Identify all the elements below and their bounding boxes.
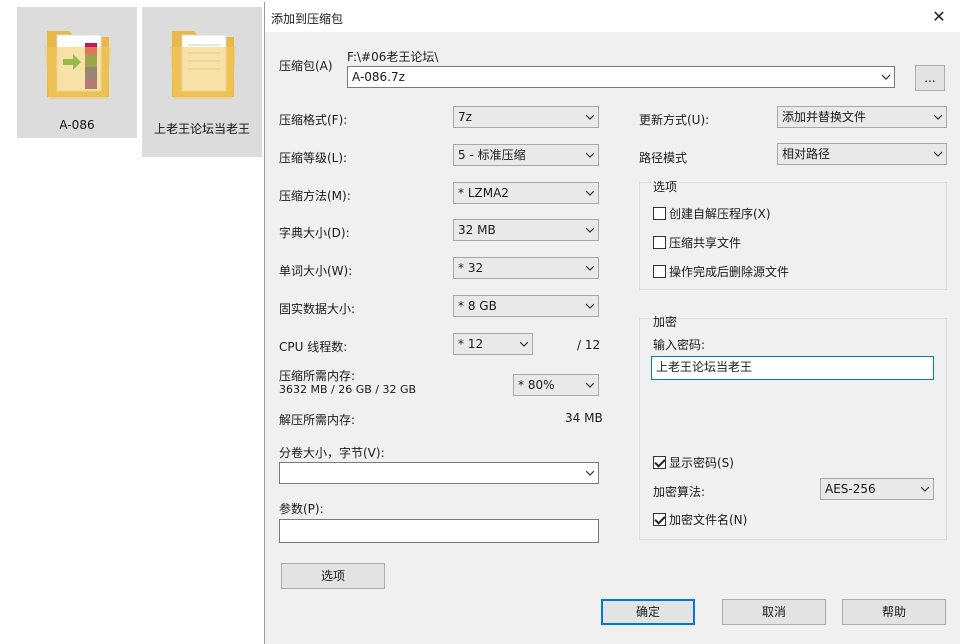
desktop-icon-label: A-086 [59, 118, 95, 132]
method-value: * LZMA2 [458, 186, 509, 200]
threads-value: * 12 [458, 337, 484, 351]
delete-label: 操作完成后删除源文件 [669, 265, 790, 279]
archive-label: 压缩包(A) [279, 59, 333, 73]
level-label: 压缩等级(L): [279, 151, 348, 165]
chevron-down-icon [586, 114, 594, 120]
delete-checkbox[interactable] [653, 265, 666, 278]
format-select[interactable]: 7z [453, 106, 599, 128]
chevron-down-icon [586, 382, 594, 388]
mem-decompress-label: 解压所需内存: [279, 413, 356, 427]
shared-checkbox[interactable] [653, 236, 666, 249]
split-label: 分卷大小，字节(V): [279, 446, 385, 460]
cancel-button[interactable]: 取消 [722, 599, 826, 625]
chevron-down-icon [934, 114, 942, 120]
params-label: 参数(P): [279, 502, 324, 516]
chevron-down-icon [520, 341, 528, 347]
options-group-title: 选项 [651, 178, 680, 195]
desktop-icon-label: 上老王论坛当老王 [153, 122, 250, 136]
format-value: 7z [458, 110, 472, 124]
mem-compress-value: * 80% [518, 378, 555, 392]
method-label: 压缩方法(M): [279, 189, 351, 203]
split-combo[interactable] [279, 462, 599, 484]
chevron-down-icon [882, 74, 890, 80]
threads-label: CPU 线程数: [279, 340, 348, 354]
mem-compress-label: 压缩所需内存: [279, 369, 356, 383]
chevron-down-icon [586, 470, 594, 476]
solid-label: 固实数据大小: [279, 302, 356, 316]
word-value: * 32 [458, 261, 484, 275]
encryption-method-label: 加密算法: [653, 485, 706, 499]
desktop-icon-folder[interactable]: 上老王论坛当老王 [142, 7, 262, 157]
chevron-down-icon [921, 486, 929, 492]
encrypt-names-label: 加密文件名(N) [669, 513, 748, 527]
archive-path: F:\#06老王论坛\ [347, 50, 439, 64]
method-select[interactable]: * LZMA2 [453, 182, 599, 204]
update-label: 更新方式(U): [639, 113, 710, 127]
ok-button[interactable]: 确定 [601, 599, 695, 625]
chevron-down-icon [934, 151, 942, 157]
word-select[interactable]: * 32 [453, 257, 599, 279]
folder-icon [170, 31, 236, 99]
shared-checkbox-row[interactable]: 压缩共享文件 [653, 234, 741, 250]
delete-checkbox-row[interactable]: 操作完成后删除源文件 [653, 263, 789, 279]
shared-label: 压缩共享文件 [669, 236, 742, 250]
archive-name-value: A-086.7z [352, 70, 405, 84]
mem-decompress-value: 34 MB [565, 411, 603, 425]
dict-label: 字典大小(D): [279, 226, 350, 240]
dict-select[interactable]: 32 MB [453, 219, 599, 241]
path-mode-label: 路径模式 [639, 151, 688, 165]
desktop-icon-archive[interactable]: A-086 [17, 7, 137, 138]
archive-name-combo[interactable]: A-086.7z [347, 66, 895, 88]
show-password-checkbox[interactable] [653, 456, 666, 469]
encryption-method-value: AES-256 [825, 482, 876, 496]
dialog-title: 添加到压缩包 [271, 12, 344, 26]
encrypt-names-checkbox[interactable] [653, 513, 666, 526]
title-bar: 添加到压缩包 ✕ [265, 2, 960, 32]
update-value: 添加并替换文件 [782, 110, 867, 124]
winrar-archive-icon [45, 31, 111, 99]
encryption-method-select[interactable]: AES-256 [820, 478, 934, 500]
solid-select[interactable]: * 8 GB [453, 295, 599, 317]
sfx-label: 创建自解压程序(X) [669, 207, 771, 221]
help-button[interactable]: 帮助 [842, 599, 946, 625]
threads-select[interactable]: * 12 [453, 333, 533, 355]
update-select[interactable]: 添加并替换文件 [777, 106, 947, 128]
password-label: 输入密码: [653, 338, 706, 352]
encrypt-names-row[interactable]: 加密文件名(N) [653, 511, 747, 527]
sfx-checkbox-row[interactable]: 创建自解压程序(X) [653, 205, 771, 221]
sfx-checkbox[interactable] [653, 207, 666, 220]
level-value: 5 - 标准压缩 [458, 148, 526, 162]
solid-value: * 8 GB [458, 299, 497, 313]
params-input[interactable] [279, 519, 599, 543]
encryption-group-title: 加密 [651, 313, 680, 330]
word-label: 单词大小(W): [279, 264, 353, 278]
chevron-down-icon [586, 265, 594, 271]
path-mode-select[interactable]: 相对路径 [777, 143, 947, 165]
chevron-down-icon [586, 303, 594, 309]
password-input[interactable]: 上老王论坛当老王 [651, 356, 934, 380]
threads-max: / 12 [577, 338, 601, 352]
mem-compress-select[interactable]: * 80% [513, 374, 599, 396]
options-button[interactable]: 选项 [281, 563, 385, 589]
close-icon[interactable]: ✕ [924, 4, 954, 30]
chevron-down-icon [586, 152, 594, 158]
show-password-label: 显示密码(S) [669, 456, 734, 470]
add-to-archive-dialog: 添加到压缩包 ✕ 压缩包(A) F:\#06老王论坛\ A-086.7z ...… [264, 2, 960, 644]
path-mode-value: 相对路径 [782, 147, 831, 161]
dict-value: 32 MB [458, 223, 496, 237]
chevron-down-icon [586, 227, 594, 233]
chevron-down-icon [586, 190, 594, 196]
mem-compress-detail: 3632 MB / 26 GB / 32 GB [279, 383, 417, 396]
browse-button[interactable]: ... [915, 65, 945, 91]
show-password-row[interactable]: 显示密码(S) [653, 454, 734, 470]
level-select[interactable]: 5 - 标准压缩 [453, 144, 599, 166]
format-label: 压缩格式(F): [279, 113, 348, 127]
